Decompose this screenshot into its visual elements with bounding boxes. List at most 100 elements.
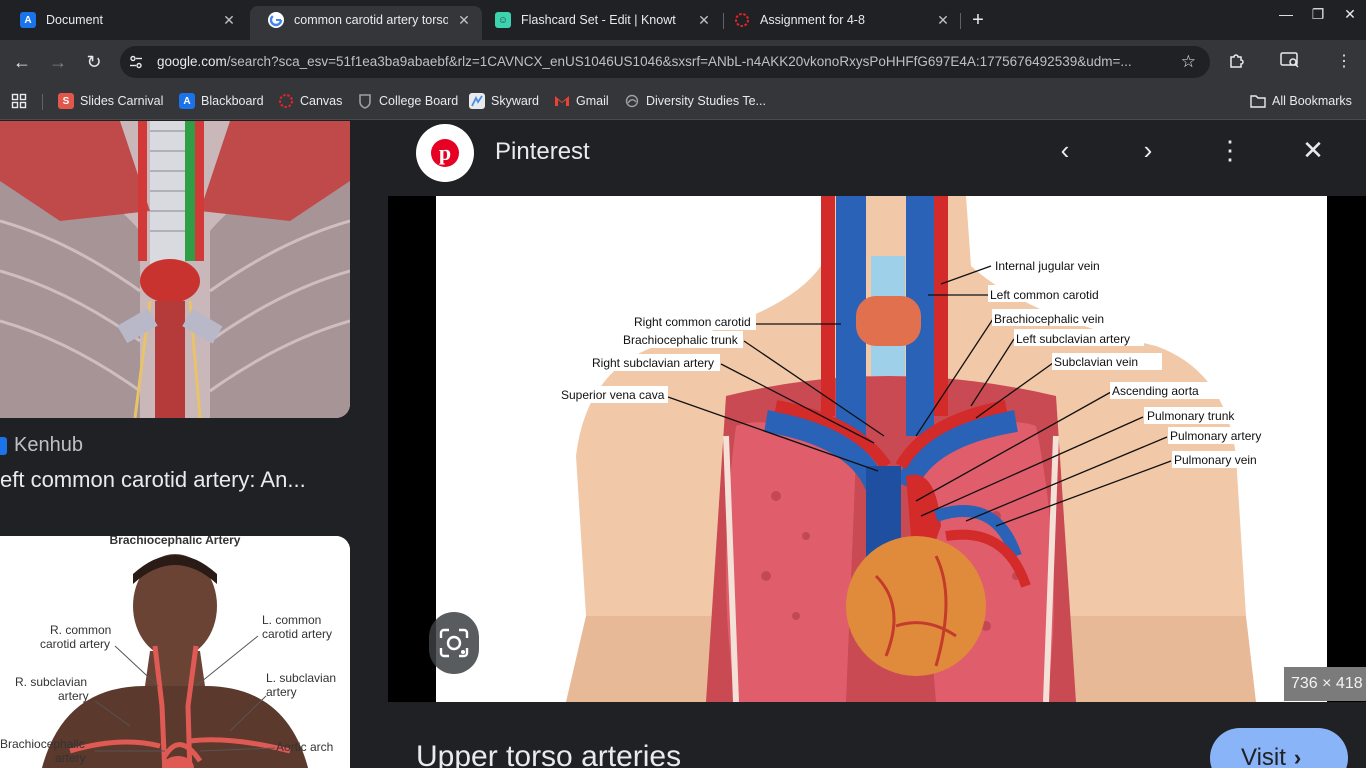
skyward-icon [469, 93, 485, 109]
result-caption[interactable]: eft common carotid artery: An... [0, 467, 306, 493]
label-right-subclavian-artery: Right subclavian artery [592, 356, 714, 370]
site-settings-icon[interactable] [128, 54, 144, 70]
tab-title: Assignment for 4-8 [760, 13, 865, 27]
image-preview-panel: p Pinterest ‹ › ⋮ ✕ Internal jugular vei… [388, 121, 1366, 768]
result-thumbnail-kenhub[interactable] [0, 121, 350, 418]
thorax-illustration [0, 121, 350, 418]
cast-search-icon[interactable] [1279, 51, 1301, 73]
bookmark-star-icon[interactable]: ☆ [1181, 52, 1196, 72]
visit-button[interactable]: Visit › [1210, 728, 1348, 768]
image-search-page: Kenhub eft common carotid artery: An... … [0, 121, 1366, 768]
result-source-name: Kenhub [14, 434, 83, 456]
folder-icon [1250, 93, 1266, 109]
new-tab-button[interactable]: + [968, 9, 988, 32]
bookmark-label: Canvas [300, 94, 343, 108]
label-brachiocephalic-vein: Brachiocephalic vein [994, 312, 1104, 326]
thumb2-r-common-2: carotid artery [40, 637, 110, 651]
label-brachiocephalic-trunk: Brachiocephalic trunk [623, 333, 739, 347]
all-bookmarks-button[interactable]: All Bookmarks [1250, 93, 1352, 109]
thumb2-brachiocephalic-1: Brachiocephalic [0, 737, 85, 751]
more-options-icon[interactable]: ⋮ [1215, 135, 1245, 165]
tab-google-search[interactable]: common carotid artery torso m ✕ [250, 6, 482, 40]
torso-anatomy-model: Internal jugular vein Left common caroti… [436, 196, 1327, 702]
preview-footer: Upper torso arteries Visit › [388, 702, 1366, 768]
tab-document[interactable]: A Document ✕ [2, 6, 247, 34]
close-icon[interactable]: ✕ [935, 12, 951, 29]
label-internal-jugular-vein: Internal jugular vein [995, 259, 1100, 273]
bookmark-diversity-studies[interactable]: Diversity Studies Te... [624, 93, 766, 109]
close-icon[interactable]: ✕ [456, 12, 472, 29]
minimize-button[interactable]: — [1276, 6, 1296, 22]
toolbar: ← → ↻ google.com/search?sca_esv=51f1ea3b… [0, 40, 1366, 84]
google-lens-button[interactable] [429, 612, 479, 674]
preview-image-title[interactable]: Upper torso arteries [416, 740, 681, 768]
tab-title: Document [46, 13, 103, 27]
label-superior-vena-cava: Superior vena cava [561, 388, 665, 402]
preview-header: p Pinterest ‹ › ⋮ ✕ [388, 121, 1366, 196]
thumb2-l-subclavian-1: L. subclavian [266, 671, 336, 685]
url-text: google.com/search?sca_esv=51f1ea3ba9abae… [157, 54, 1167, 69]
extensions-icon[interactable] [1226, 51, 1248, 73]
bookmark-page-icon [624, 93, 640, 109]
forward-button[interactable]: → [47, 51, 69, 73]
result-source[interactable]: Kenhub [0, 434, 83, 457]
blackboard-icon: A [20, 12, 36, 28]
label-left-subclavian-artery: Left subclavian artery [1016, 332, 1130, 346]
tab-separator [960, 13, 961, 29]
bookmark-label: Diversity Studies Te... [646, 94, 766, 108]
back-button[interactable]: ← [11, 51, 33, 73]
bookmark-college-board[interactable]: College Board [357, 93, 458, 109]
tab-knowt[interactable]: ☺ Flashcard Set - Edit | Knowt ✕ [477, 6, 722, 34]
bookmark-blackboard[interactable]: A Blackboard [179, 93, 264, 109]
thumb2-title: Brachiocephalic Artery [110, 536, 241, 547]
label-ascending-aorta: Ascending aorta [1112, 384, 1199, 398]
result-thumbnail-brachiocephalic[interactable]: Brachiocephalic Artery R. common carotid… [0, 536, 350, 768]
label-pulmonary-trunk: Pulmonary trunk [1147, 409, 1235, 423]
thumb2-l-subclavian-2: artery [266, 685, 297, 699]
label-pulmonary-artery: Pulmonary artery [1170, 429, 1261, 443]
bookmark-slides-carnival[interactable]: S Slides Carnival [58, 93, 163, 109]
blackboard-icon: A [179, 93, 195, 109]
chevron-right-icon: › [1293, 745, 1302, 768]
address-bar[interactable]: google.com/search?sca_esv=51f1ea3ba9abae… [120, 46, 1210, 78]
results-column: Kenhub eft common carotid artery: An... … [0, 121, 388, 768]
image-dimensions: 736 × 418 [1284, 667, 1366, 701]
thumb2-r-subclavian-2: artery [58, 689, 89, 703]
bookmark-label: Skyward [491, 94, 539, 108]
close-preview-icon[interactable]: ✕ [1298, 135, 1328, 165]
label-left-common-carotid: Left common carotid [990, 288, 1099, 302]
brachiocephalic-illustration: Brachiocephalic Artery R. common carotid… [0, 536, 350, 768]
apps-icon[interactable] [11, 93, 27, 109]
next-image-icon[interactable]: › [1133, 135, 1163, 165]
preview-image-viewer: Internal jugular vein Left common caroti… [388, 196, 1366, 702]
thumb2-l-common-2: carotid artery [262, 627, 332, 641]
thumb2-aortic-arch: Aortic arch [276, 740, 333, 754]
label-subclavian-vein: Subclavian vein [1054, 355, 1138, 369]
menu-icon[interactable]: ⋮ [1333, 51, 1355, 73]
bookmark-skyward[interactable]: Skyward [469, 93, 539, 109]
preview-source-name[interactable]: Pinterest [495, 138, 590, 166]
tab-canvas-assignment[interactable]: Assignment for 4-8 ✕ [716, 6, 961, 34]
knowt-icon: ☺ [495, 12, 511, 28]
bookmark-label: Slides Carnival [80, 94, 164, 108]
bookmarks-separator [42, 94, 43, 110]
kenhub-icon [0, 436, 7, 455]
pinterest-logo-icon[interactable]: p [416, 124, 474, 182]
reload-button[interactable]: ↻ [83, 51, 105, 73]
thumb2-l-common-1: L. common [262, 613, 321, 627]
svg-text:p: p [439, 140, 451, 165]
close-icon[interactable]: ✕ [696, 12, 712, 29]
maximize-button[interactable]: ❐ [1308, 6, 1328, 23]
canvas-icon [278, 93, 294, 109]
thumb2-r-common-1: R. common [50, 623, 111, 637]
close-icon[interactable]: ✕ [221, 12, 237, 29]
preview-image[interactable]: Internal jugular vein Left common caroti… [436, 196, 1327, 702]
canvas-icon [734, 12, 750, 28]
label-right-common-carotid: Right common carotid [634, 315, 751, 329]
bookmark-canvas[interactable]: Canvas [278, 93, 342, 109]
tab-title: common carotid artery torso m [294, 13, 448, 27]
bookmark-gmail[interactable]: Gmail [554, 93, 609, 109]
all-bookmarks-label: All Bookmarks [1272, 94, 1352, 108]
close-window-button[interactable]: ✕ [1340, 6, 1360, 23]
previous-image-icon[interactable]: ‹ [1050, 135, 1080, 165]
